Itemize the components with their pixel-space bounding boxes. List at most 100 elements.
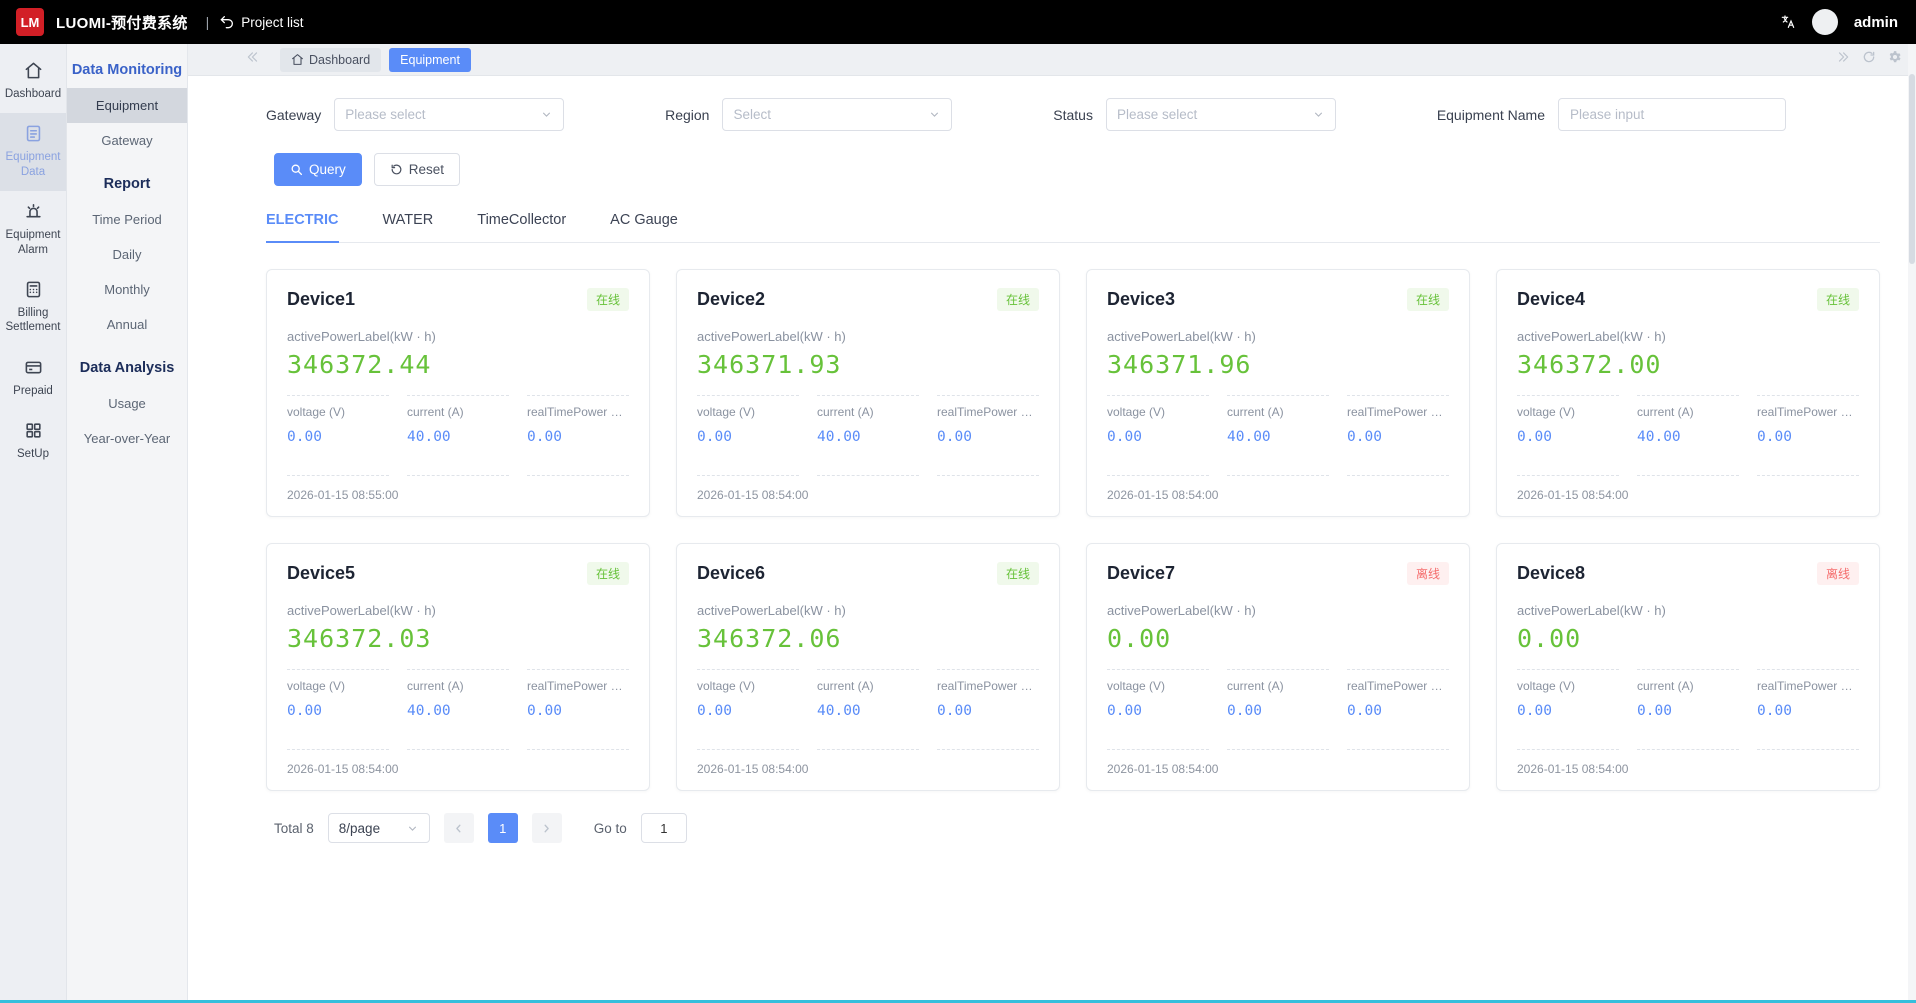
realtime-power-value: 0.00 xyxy=(1347,703,1382,719)
last-update-time: 2026-01-15 08:54:00 xyxy=(697,762,809,776)
realtime-power-label: realTimePower … xyxy=(937,679,1033,693)
chevron-down-icon xyxy=(928,108,941,121)
prev-page-button[interactable] xyxy=(443,813,474,843)
body-columns: Dashboard Equipment Data Equipment Alarm… xyxy=(0,44,1916,1000)
gateway-label: Gateway xyxy=(266,106,322,123)
submenu-item-gateway[interactable]: Gateway xyxy=(67,123,187,158)
last-update-time: 2026-01-15 08:54:00 xyxy=(1107,762,1219,776)
realtime-power-value: 0.00 xyxy=(1757,429,1792,445)
main-area: Dashboard Equipment Gateway Please selec… xyxy=(188,44,1916,1000)
current-label: current (A) xyxy=(1637,679,1694,693)
sidebar-item-billing-settlement[interactable]: Billing Settlement xyxy=(0,269,66,347)
sidebar-item-dashboard[interactable]: Dashboard xyxy=(0,50,66,113)
current-value: 40.00 xyxy=(407,429,451,445)
gateway-filter: Gateway Please select xyxy=(266,98,565,131)
status-select[interactable]: Please select xyxy=(1105,98,1336,131)
query-button-label: Query xyxy=(309,162,346,177)
reset-button[interactable]: Reset xyxy=(373,153,461,186)
current-label: current (A) xyxy=(817,405,874,419)
submenu-title-data-monitoring: Data Monitoring xyxy=(71,62,183,78)
submenu-item-daily[interactable]: Daily xyxy=(67,237,187,272)
active-power-label: activePowerLabel(kW · h) xyxy=(287,329,436,344)
sidebar-item-equipment-data[interactable]: Equipment Data xyxy=(0,113,66,192)
tab-dashboard[interactable]: Dashboard xyxy=(280,47,382,72)
chevron-down-icon xyxy=(1312,108,1325,121)
tabs-scroll-right-icon[interactable] xyxy=(1836,50,1850,69)
status-label: Status xyxy=(1053,106,1093,123)
page-1-button[interactable]: 1 xyxy=(487,813,518,843)
tab-strip-actions xyxy=(1836,50,1902,69)
gateway-select[interactable]: Please select xyxy=(334,98,565,131)
app-title: LUOMI-预付费系统 xyxy=(56,14,188,32)
next-page-button[interactable] xyxy=(531,813,562,843)
settings-gear-icon[interactable] xyxy=(1888,50,1902,69)
submenu-item-equipment[interactable]: Equipment xyxy=(67,88,187,123)
equipment-name-input[interactable] xyxy=(1557,98,1786,131)
sidebar-item-setup[interactable]: SetUp xyxy=(0,410,66,473)
project-list-link[interactable]: Project list xyxy=(219,14,304,30)
topbar-right: admin xyxy=(1780,9,1898,35)
scrollbar[interactable] xyxy=(1908,44,1916,1000)
region-select[interactable]: Select xyxy=(722,98,953,131)
search-icon xyxy=(290,163,303,176)
page-size-select[interactable]: 8/page xyxy=(327,813,430,843)
home-icon xyxy=(24,61,43,80)
content: Gateway Please select Region Select Stat… xyxy=(188,76,1916,1000)
status-badge: 在线 xyxy=(996,562,1039,585)
realtime-power-label: realTimePower … xyxy=(527,405,623,419)
query-button[interactable]: Query xyxy=(274,153,362,186)
active-power-value: 346371.96 xyxy=(1107,350,1252,379)
realtime-power-value: 0.00 xyxy=(937,429,972,445)
device-name: Device4 xyxy=(1517,289,1586,309)
current-label: current (A) xyxy=(1227,679,1284,693)
last-update-time: 2026-01-15 08:54:00 xyxy=(1517,762,1629,776)
active-power-value: 346371.93 xyxy=(697,350,842,379)
translate-icon[interactable] xyxy=(1780,14,1796,30)
sidebar-item-prepaid[interactable]: Prepaid xyxy=(0,347,66,410)
chevron-down-icon xyxy=(540,108,553,121)
category-tab-water[interactable]: WATER xyxy=(383,212,434,242)
prev-icon xyxy=(452,822,465,835)
device-card-device7: Device7 离线 activePowerLabel(kW · h) 0.00… xyxy=(1086,543,1470,791)
status-filter: Status Please select xyxy=(1053,98,1336,131)
region-label: Region xyxy=(665,106,710,123)
active-power-value: 346372.03 xyxy=(287,624,432,653)
tabs-scroll-left-icon[interactable] xyxy=(246,50,260,69)
sidebar-item-equipment-alarm[interactable]: Equipment Alarm xyxy=(0,191,66,269)
device-card-device8: Device8 离线 activePowerLabel(kW · h) 0.00… xyxy=(1496,543,1880,791)
scrollbar-thumb[interactable] xyxy=(1909,74,1915,264)
submenu-item-monthly[interactable]: Monthly xyxy=(67,272,187,307)
tab-equipment[interactable]: Equipment xyxy=(389,47,471,72)
goto-page-input[interactable] xyxy=(640,813,687,843)
icon-sidebar: Dashboard Equipment Data Equipment Alarm… xyxy=(0,44,67,1000)
open-tabs: Dashboard Equipment xyxy=(280,47,471,72)
active-power-value: 0.00 xyxy=(1517,624,1582,653)
app-logo: LM xyxy=(16,8,44,36)
filter-actions: Query Reset xyxy=(274,153,1880,186)
current-label: current (A) xyxy=(1637,405,1694,419)
current-value: 40.00 xyxy=(1227,429,1271,445)
status-badge: 在线 xyxy=(586,288,629,311)
submenu-item-time-period[interactable]: Time Period xyxy=(67,202,187,237)
avatar[interactable] xyxy=(1811,9,1838,35)
voltage-value: 0.00 xyxy=(287,703,322,719)
voltage-value: 0.00 xyxy=(1107,703,1142,719)
voltage-value: 0.00 xyxy=(1517,429,1552,445)
device-card-device5: Device5 在线 activePowerLabel(kW · h) 3463… xyxy=(266,543,650,791)
setup-icon xyxy=(24,421,43,440)
submenu-item-usage[interactable]: Usage xyxy=(67,386,187,421)
status-select-placeholder: Please select xyxy=(1116,107,1198,122)
last-update-time: 2026-01-15 08:54:00 xyxy=(1517,488,1629,502)
topbar-separator: | xyxy=(205,14,210,30)
submenu-item-year-over-year[interactable]: Year-over-Year xyxy=(67,421,187,456)
tab-dashboard-label: Dashboard xyxy=(309,52,371,67)
category-tab-timecollector[interactable]: TimeCollector xyxy=(477,212,566,242)
active-power-value: 346372.44 xyxy=(287,350,432,379)
category-tab-electric[interactable]: ELECTRIC xyxy=(266,212,339,243)
prepaid-icon xyxy=(24,358,43,377)
submenu-item-annual[interactable]: Annual xyxy=(67,307,187,342)
status-badge: 在线 xyxy=(586,562,629,585)
refresh-icon[interactable] xyxy=(1862,50,1876,69)
submenu-section: Report Time Period Daily Monthly Annual xyxy=(67,158,187,342)
category-tab-ac-gauge[interactable]: AC Gauge xyxy=(610,212,678,242)
